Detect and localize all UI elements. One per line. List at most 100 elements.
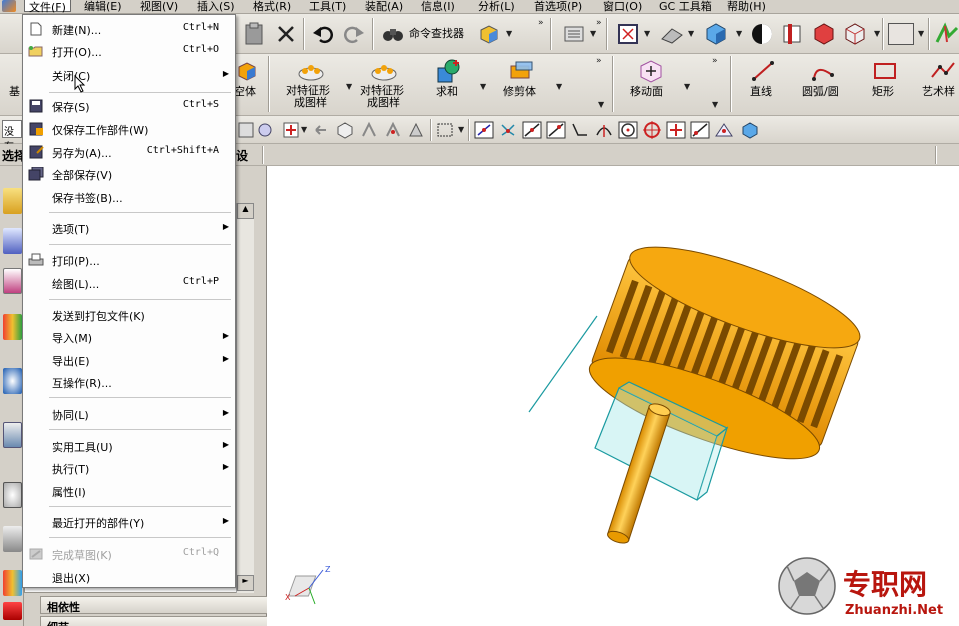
quadrant-icon[interactable] [642,121,662,139]
menu-edit[interactable]: 编辑(E) [84,0,122,13]
menu-item-exit[interactable]: 退出(X) [23,567,235,587]
trim-body-icon[interactable] [508,60,536,82]
move-face-label[interactable]: 移动面 [630,85,663,98]
line-label[interactable]: 直线 [750,85,772,98]
wcs-triad[interactable]: Z X [285,565,331,605]
render-cube-icon[interactable] [478,23,500,45]
layers-icon[interactable] [563,23,587,45]
redo-icon[interactable] [343,24,365,44]
pattern-feature-2-icon[interactable] [370,58,398,82]
constraint-navigator-tab[interactable] [3,228,22,254]
history-tab[interactable] [3,422,22,448]
studio-spline-label[interactable]: 艺术样 [922,85,955,98]
scroll-up-button[interactable]: ▲ [237,203,254,219]
menu-item-print[interactable]: 打印(P)... [23,250,235,270]
block-icon[interactable] [236,60,258,82]
navigator-scrollbar[interactable]: ▲ ► [236,203,254,593]
menu-item-close[interactable]: 关闭(C) ▶ [23,65,235,85]
fit-view-icon[interactable] [617,23,639,45]
pattern-feature-2-label-2[interactable]: 成图样 [367,96,400,109]
snap-grid-icon[interactable] [237,121,255,139]
details-panel-header[interactable]: 细节∨ [40,616,280,626]
display-mode-icon[interactable] [750,22,774,46]
undo-icon[interactable] [312,24,334,44]
rectangle-select-icon[interactable] [436,121,454,139]
menu-view[interactable]: 视图(V) [140,0,178,13]
shaded-cube-icon[interactable] [704,22,728,46]
wire-cube-icon[interactable] [843,22,867,46]
assembly-navigator-tab[interactable] [3,188,22,214]
section-view-icon[interactable] [781,22,805,46]
point-snap-icon[interactable] [282,121,300,139]
menu-item-new[interactable]: 新建(N)... Ctrl+N [23,19,235,39]
process-studio-tab[interactable] [3,482,22,508]
menu-item-save-work-part[interactable]: 仅保存工作部件(W) [23,119,235,139]
menu-insert[interactable]: 插入(S) [197,0,235,13]
blue-cube-icon[interactable] [741,121,759,139]
rectangle-icon[interactable] [872,60,898,82]
model-view[interactable]: Z X 专职网 Zhuanzhi.Net [267,166,959,626]
roles-tab[interactable] [3,570,22,596]
menu-tools[interactable]: 工具(T) [309,0,346,13]
scroll-right-button[interactable]: ► [237,575,254,591]
command-finder-label[interactable]: 命令查找器 [409,27,464,40]
menu-item-collaborate[interactable]: 协同(L) ▶ [23,404,235,424]
view-orient-icon[interactable] [660,23,684,45]
unite-label[interactable]: 求和 [436,85,458,98]
menu-information[interactable]: 信息(I) [421,0,455,13]
pattern-feature-label-2[interactable]: 成图样 [294,96,327,109]
intersection-icon[interactable] [546,121,566,139]
tangent-icon[interactable] [594,121,614,139]
menu-file[interactable]: 文件(F) [24,0,71,13]
menu-format[interactable]: 格式(R) [253,0,291,13]
point-on-face-icon[interactable] [690,121,710,139]
menu-window[interactable]: 窗口(O) [603,0,642,13]
part-navigator-tab[interactable] [3,268,22,294]
menu-item-open[interactable]: 打开(O)... Ctrl+O [23,41,235,61]
manufacturing-wizard-tab[interactable] [3,526,22,552]
menu-item-send-to-package[interactable]: 发送到打包文件(K) [23,305,235,325]
trim-body-label[interactable]: 修剪体 [503,85,536,98]
menu-item-properties[interactable]: 属性(I) [23,481,235,501]
bounded-grid-icon[interactable] [714,121,734,139]
arc-label[interactable]: 圆弧/圆 [802,85,839,98]
menu-item-execute[interactable]: 执行(T) ▶ [23,458,235,478]
menu-item-recent-parts[interactable]: 最近打开的部件(Y) ▶ [23,512,235,532]
snap-settings-icon[interactable] [256,121,274,139]
wave-icon[interactable] [935,22,959,46]
menu-item-interoperate[interactable]: 互操作(R)... [23,372,235,392]
line-icon[interactable] [750,59,776,83]
menu-item-save-all[interactable]: 全部保存(V) [23,164,235,184]
red-cube-icon[interactable] [812,22,836,46]
menu-assembly[interactable]: 装配(A) [365,0,403,13]
control-point-icon[interactable] [522,121,542,139]
mid-point-icon[interactable] [498,121,518,139]
menu-gc-toolkit[interactable]: GC 工具箱 [659,0,712,13]
unite-icon[interactable] [436,58,462,84]
menu-analysis[interactable]: 分析(L) [478,0,515,13]
move-face-icon[interactable] [638,58,664,84]
body-select-icon[interactable] [407,121,425,139]
graphics-window[interactable]: Z X 专职网 Zhuanzhi.Net [267,166,959,626]
studio-spline-icon[interactable] [930,59,956,83]
feature-select-icon[interactable] [360,121,378,139]
menu-preferences[interactable]: 首选项(P) [534,0,582,13]
rectangle-label[interactable]: 矩形 [872,85,894,98]
menu-item-save-as[interactable]: 另存为(A)... Ctrl+Shift+A [23,142,235,162]
menu-item-export[interactable]: 导出(E) ▶ [23,350,235,370]
arc-icon[interactable] [810,59,836,83]
menu-item-import[interactable]: 导入(M) ▶ [23,327,235,347]
sketch-line[interactable] [528,315,598,413]
circle-center-icon[interactable] [618,121,638,139]
face-select-icon[interactable] [384,121,402,139]
block-label[interactable]: 空体 [234,85,256,98]
menu-item-save-bookmark[interactable]: 保存书签(B)... [23,187,235,207]
delete-icon[interactable] [276,24,296,44]
menu-item-utilities[interactable]: 实用工具(U) ▶ [23,436,235,456]
menu-item-options[interactable]: 选项(T) ▶ [23,218,235,238]
background-color-swatch[interactable] [888,23,914,45]
menu-item-save[interactable]: 保存(S) Ctrl+S [23,96,235,116]
dependencies-panel-header[interactable]: 相依性∨ [40,596,280,614]
base-feature-label[interactable]: 基 [9,85,20,98]
reuse-library-tab[interactable] [3,314,22,340]
